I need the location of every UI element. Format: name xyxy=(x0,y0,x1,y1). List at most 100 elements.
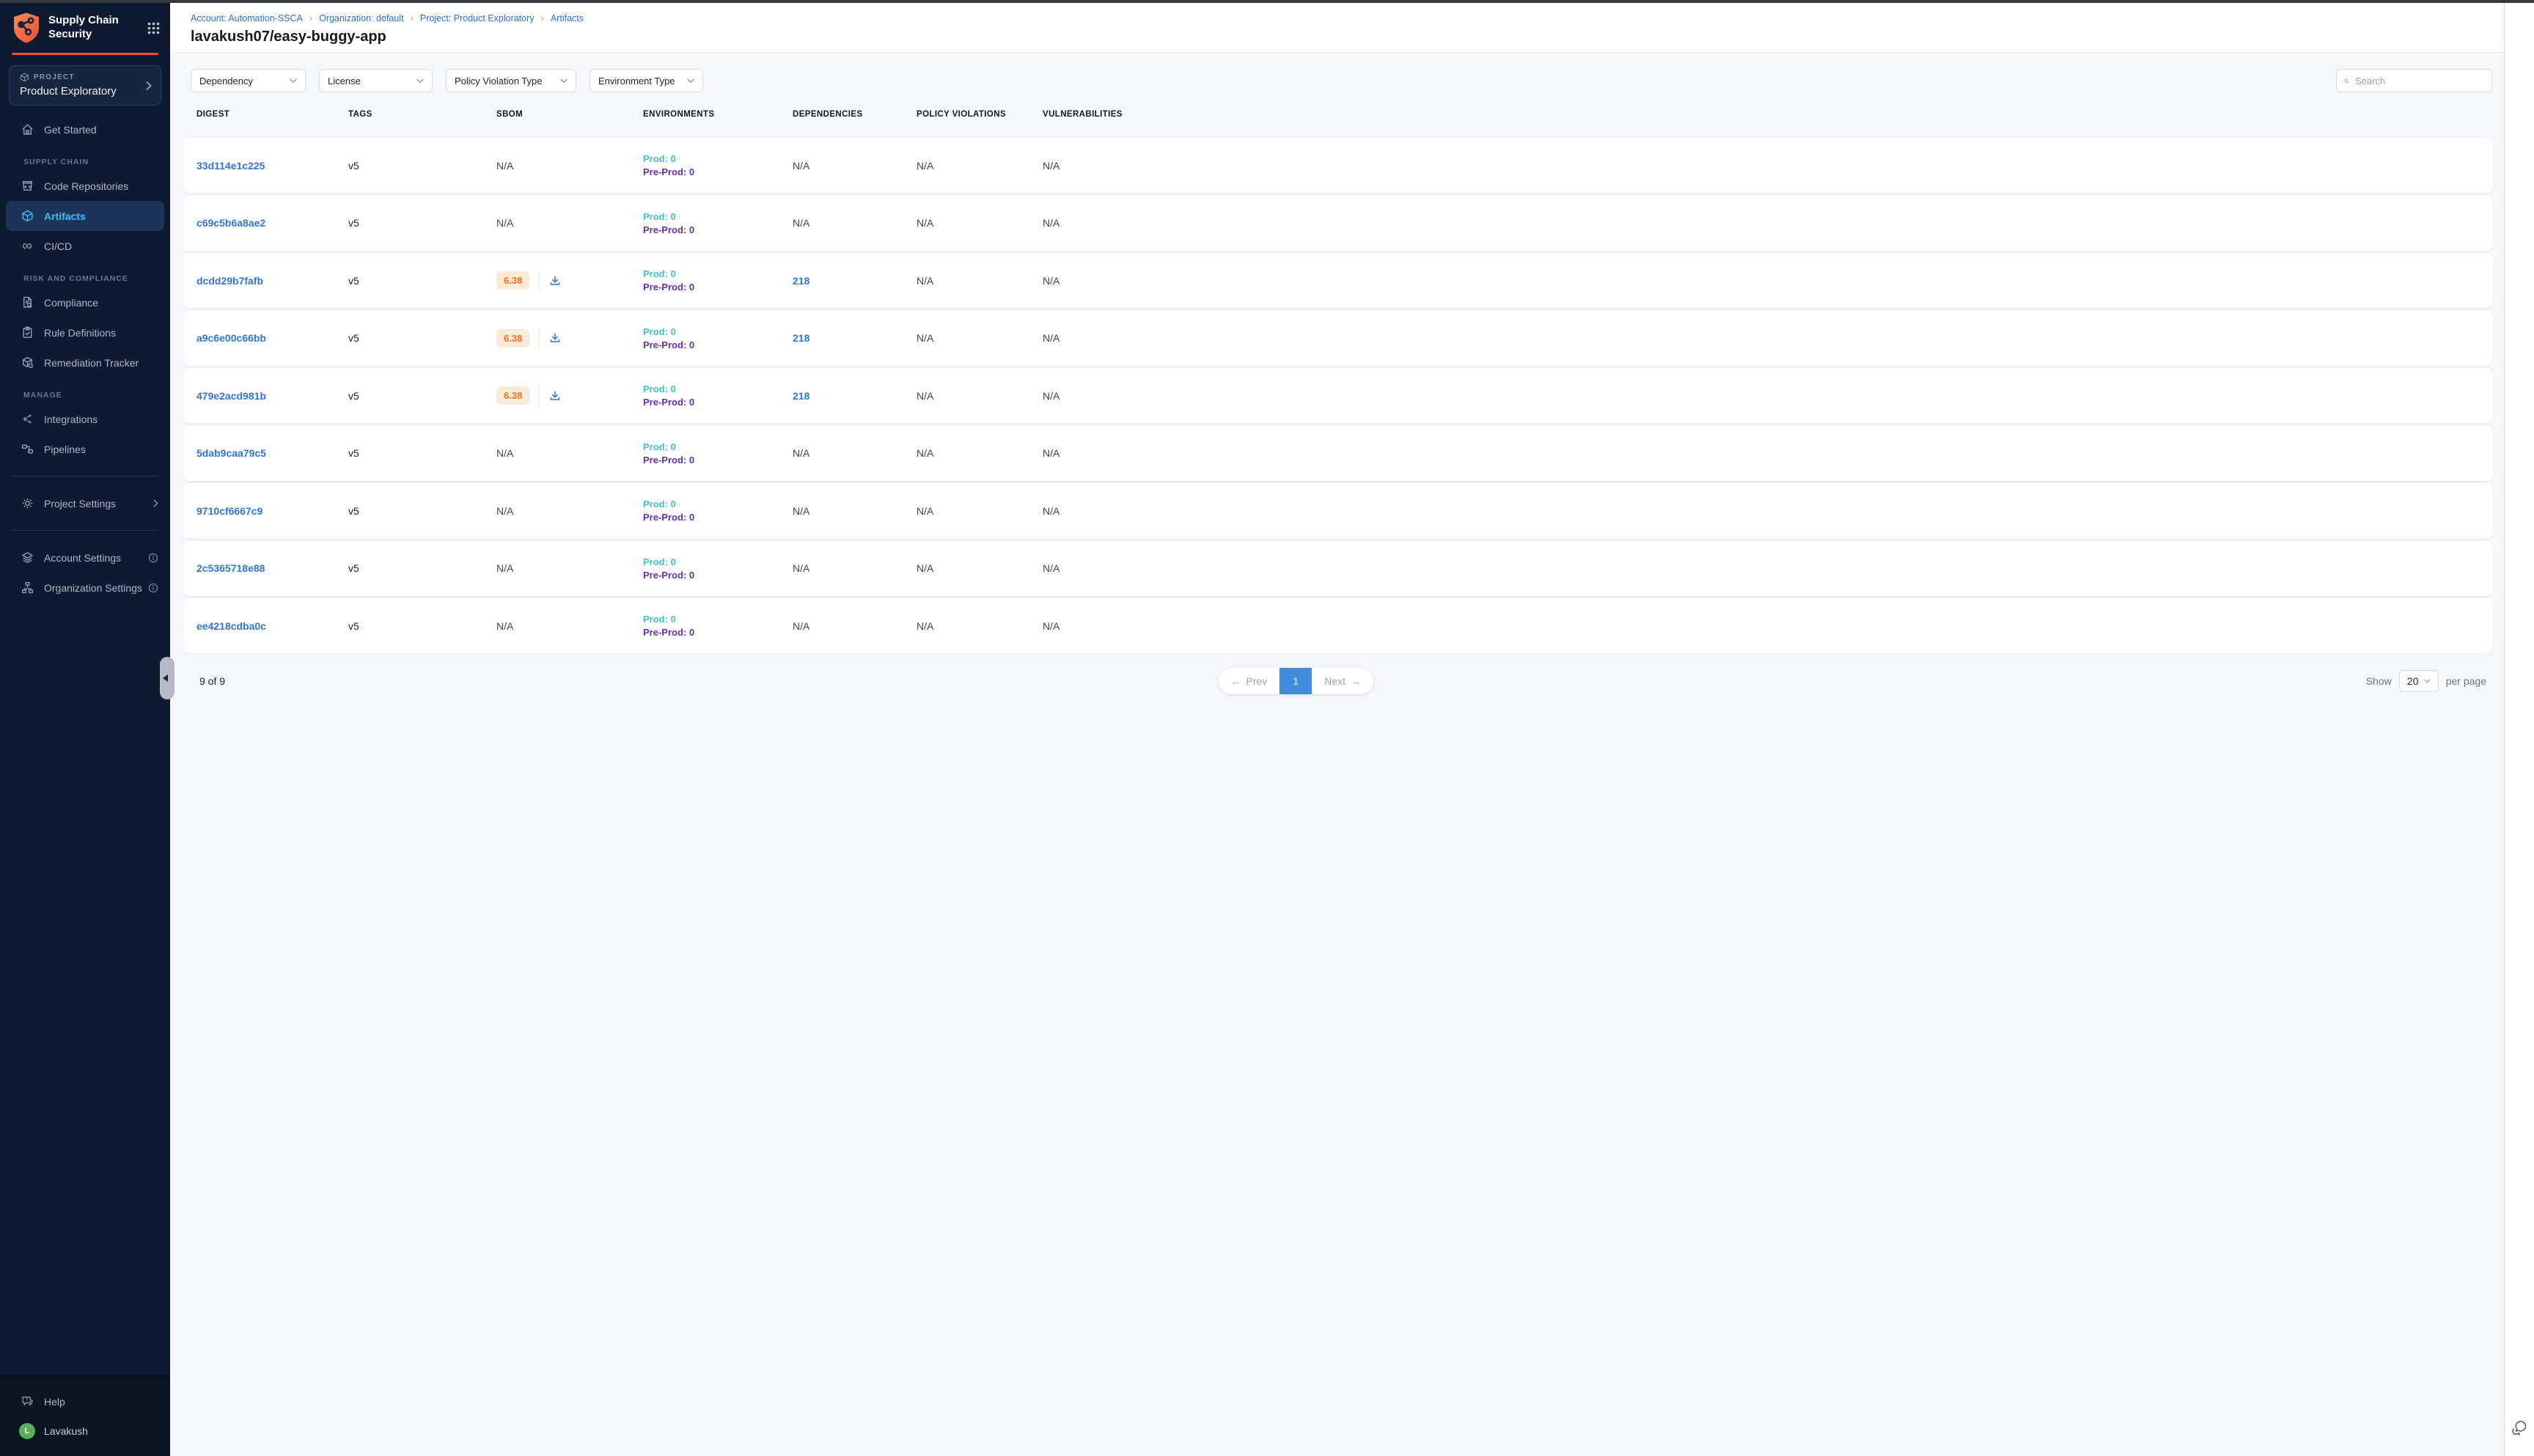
vulnerabilities-value: N/A xyxy=(1043,620,1059,632)
sbom-download-icon[interactable] xyxy=(549,275,561,287)
digest-cell: dcdd29b7fafb xyxy=(197,275,348,287)
sidebar-collapse-handle[interactable] xyxy=(160,657,175,699)
sidebar-item-label: Organization Settings xyxy=(44,582,142,594)
sidebar-item-pipelines[interactable]: Pipelines xyxy=(0,434,170,464)
tag-value: v5 xyxy=(348,390,359,402)
digest-link[interactable]: 33d114e1c225 xyxy=(197,160,265,172)
sidebar-item-label: Get Started xyxy=(44,124,97,136)
digest-link[interactable]: 479e2acd981b xyxy=(197,390,266,402)
license-filter-dropdown[interactable]: License xyxy=(319,69,433,92)
dependencies-value: N/A xyxy=(793,160,809,172)
policy-violations-value: N/A xyxy=(917,620,933,632)
app-switcher-icon[interactable] xyxy=(147,22,160,34)
tags-cell: v5 xyxy=(348,562,496,574)
vulnerabilities-value: N/A xyxy=(1043,505,1059,517)
info-icon[interactable] xyxy=(148,553,158,563)
sidebar-item-code-repositories[interactable]: Code Repositories xyxy=(0,171,170,201)
home-icon xyxy=(21,123,34,136)
sidebar-item-get-started[interactable]: Get Started xyxy=(0,114,170,144)
sidebar-item-remediation-tracker[interactable]: Remediation Tracker xyxy=(0,348,170,378)
environments-cell: Prod: 0 Pre-Prod: 0 xyxy=(643,268,793,293)
document-search-icon xyxy=(21,296,34,309)
sidebar-item-project-settings[interactable]: Project Settings xyxy=(0,488,170,518)
artifacts-cube-icon xyxy=(21,210,34,223)
policy-violations-cell: N/A xyxy=(917,332,1043,344)
sbom-download-icon[interactable] xyxy=(549,390,561,402)
breadcrumb: Account: Automation-SSCA › Organization:… xyxy=(191,12,2486,23)
right-arrow-icon: → xyxy=(1351,675,1361,687)
vulnerabilities-value: N/A xyxy=(1043,160,1059,172)
vulnerabilities-value: N/A xyxy=(1043,447,1059,459)
table-row: a9c6e00c66bb v5 6.38 Prod: 0 Pre-Prod: 0… xyxy=(183,311,2493,366)
dependencies-link[interactable]: 218 xyxy=(793,275,809,287)
sidebar-item-account-settings[interactable]: Account Settings xyxy=(0,543,170,573)
next-page-button[interactable]: Next → xyxy=(1312,668,1373,694)
table-row: dcdd29b7fafb v5 6.38 Prod: 0 Pre-Prod: 0… xyxy=(183,253,2493,308)
digest-link[interactable]: 5dab9caa79c5 xyxy=(197,447,266,459)
digest-link[interactable]: 9710cf6667c9 xyxy=(197,505,262,517)
sidebar-item-rule-definitions[interactable]: Rule Definitions xyxy=(0,317,170,348)
prod-count: Prod: 0 xyxy=(643,614,793,625)
sbom-cell: N/A xyxy=(496,620,643,632)
page-title: lavakush07/easy-buggy-app xyxy=(191,29,2486,45)
sidebar-item-help[interactable]: ? Help xyxy=(0,1386,170,1416)
search-input[interactable] xyxy=(2355,76,2484,87)
digest-cell: 479e2acd981b xyxy=(197,390,348,402)
filter-bar: Dependency License Policy Violation Type… xyxy=(191,69,2492,92)
policy-violations-value: N/A xyxy=(917,217,933,229)
dependencies-link[interactable]: 218 xyxy=(793,390,809,402)
dropdown-label: Environment Type xyxy=(598,76,675,87)
code-repository-icon xyxy=(21,180,34,193)
window-top-strip xyxy=(0,0,2534,3)
page-size-value: 20 xyxy=(2407,675,2419,687)
page-size-select[interactable]: 20 xyxy=(2399,670,2439,692)
digest-link[interactable]: c69c5b6a8ae2 xyxy=(197,217,265,229)
dependencies-cell: N/A xyxy=(793,447,917,459)
user-menu[interactable]: L Lavakush xyxy=(0,1416,170,1446)
tags-cell: v5 xyxy=(348,217,496,229)
sbom-value: N/A xyxy=(496,620,513,632)
sidebar-item-compliance[interactable]: Compliance xyxy=(0,287,170,317)
support-chat-icon[interactable] xyxy=(2511,1419,2528,1437)
environments-cell: Prod: 0 Pre-Prod: 0 xyxy=(643,614,793,638)
chevron-down-icon xyxy=(687,78,694,84)
digest-cell: 2c5365718e88 xyxy=(197,562,348,574)
vulnerabilities-cell: N/A xyxy=(1043,275,2493,287)
sbom-score-badge: 6.38 xyxy=(496,386,529,405)
breadcrumb-project-link[interactable]: Project: Product Exploratory xyxy=(420,13,535,23)
sidebar-item-label: Code Repositories xyxy=(44,180,128,192)
digest-link[interactable]: a9c6e00c66bb xyxy=(197,332,266,344)
digest-cell: 5dab9caa79c5 xyxy=(197,447,348,459)
dependencies-cell: 218 xyxy=(793,332,917,344)
sidebar-item-organization-settings[interactable]: Organization Settings xyxy=(0,573,170,603)
sbom-value: N/A xyxy=(496,217,513,229)
dependencies-link[interactable]: 218 xyxy=(793,332,809,344)
digest-link[interactable]: dcdd29b7fafb xyxy=(197,275,263,287)
environment-type-filter-dropdown[interactable]: Environment Type xyxy=(590,69,703,92)
digest-link[interactable]: 2c5365718e88 xyxy=(197,562,265,574)
vulnerabilities-cell: N/A xyxy=(1043,620,2493,632)
sidebar-item-integrations[interactable]: Integrations xyxy=(0,404,170,434)
policy-violations-cell: N/A xyxy=(917,562,1043,574)
policy-violation-type-filter-dropdown[interactable]: Policy Violation Type xyxy=(446,69,576,92)
preprod-count: Pre-Prod: 0 xyxy=(643,627,793,638)
dependencies-cell: N/A xyxy=(793,620,917,632)
page-1-button[interactable]: 1 xyxy=(1279,668,1312,694)
breadcrumb-account-link[interactable]: Account: Automation-SSCA xyxy=(191,13,303,23)
sidebar-item-cicd[interactable]: ∞ CI/CD xyxy=(0,231,170,261)
breadcrumb-artifacts-link[interactable]: Artifacts xyxy=(551,13,584,23)
tag-value: v5 xyxy=(348,620,359,632)
info-icon[interactable] xyxy=(148,583,158,593)
dependency-filter-dropdown[interactable]: Dependency xyxy=(191,69,306,92)
vertical-divider xyxy=(539,328,540,348)
prod-count: Prod: 0 xyxy=(643,499,793,510)
table-body: 33d114e1c225 v5 N/A Prod: 0 Pre-Prod: 0 … xyxy=(183,138,2493,653)
project-selector[interactable]: PROJECT Product Exploratory xyxy=(9,65,161,106)
prev-page-button[interactable]: ← Prev xyxy=(1219,668,1280,694)
digest-link[interactable]: ee4218cdba0c xyxy=(197,620,266,632)
column-header-digest: DIGEST xyxy=(197,110,348,119)
sidebar-item-artifacts[interactable]: Artifacts xyxy=(6,201,164,231)
sbom-download-icon[interactable] xyxy=(549,332,561,344)
nav-section-manage: MANAGE xyxy=(0,378,170,404)
breadcrumb-organization-link[interactable]: Organization: default xyxy=(319,13,403,23)
